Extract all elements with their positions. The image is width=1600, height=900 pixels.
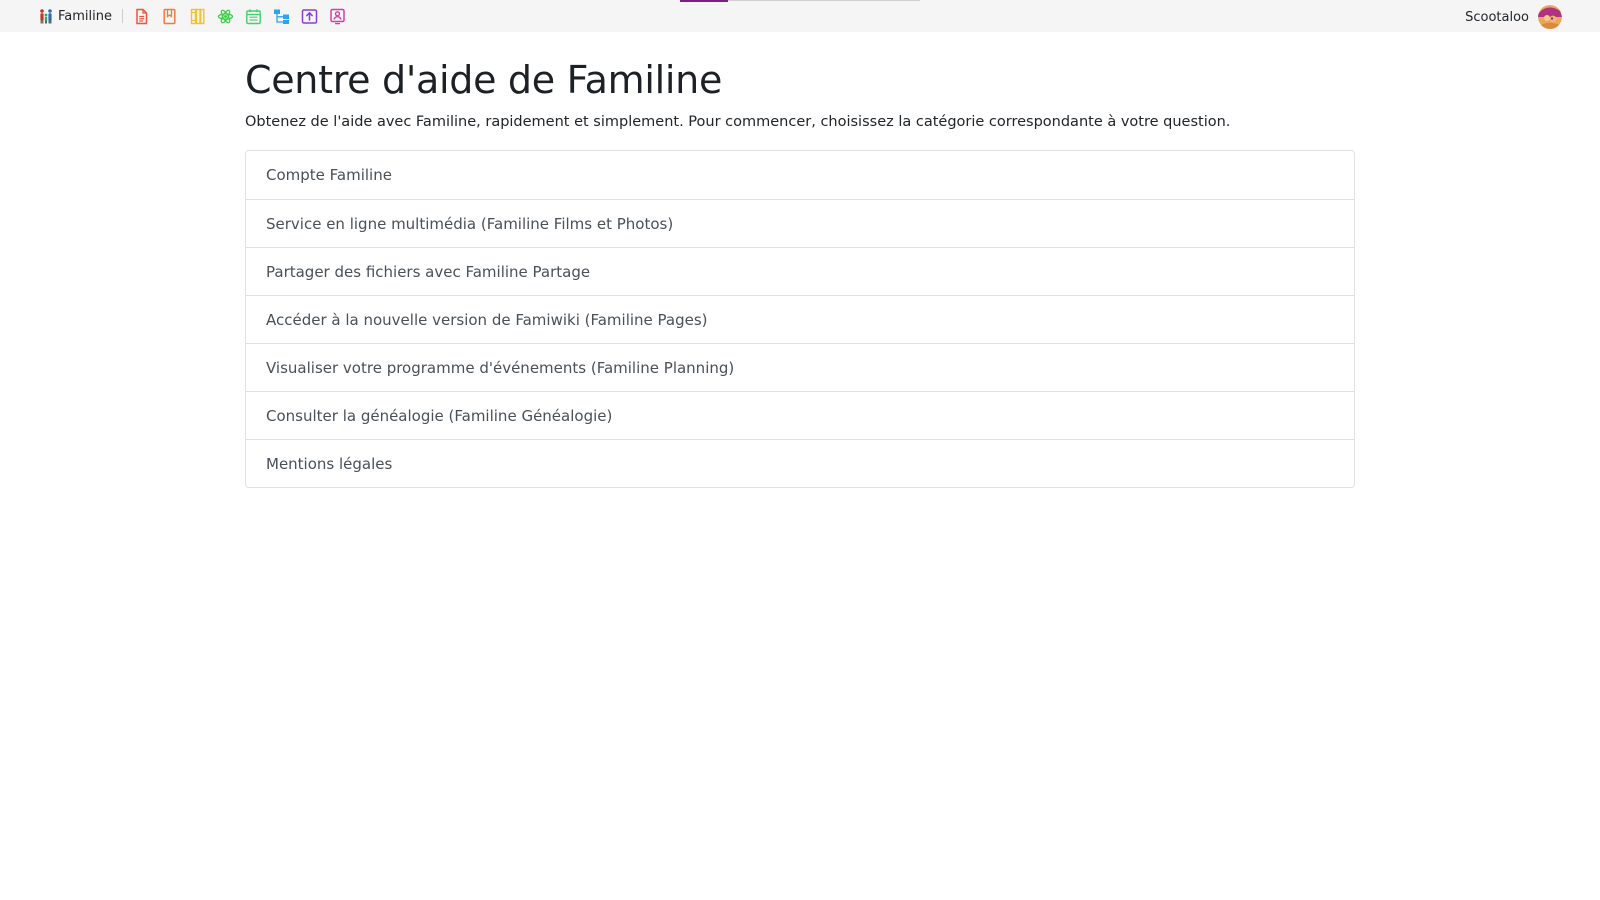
page-lead-text: Obtenez de l'aide avec Familine, rapidem… [245,113,1231,130]
app-launcher-icons [133,8,346,25]
help-category-list: Compte Familine Service en ligne multimé… [245,149,1355,488]
category-item-partage[interactable]: Partager des fichiers avec Familine Part… [246,246,1354,295]
topbar-divider [122,9,123,23]
loading-progress-fill [680,0,728,2]
avatar [1538,5,1562,29]
brand-home-link[interactable]: Familine [38,7,112,25]
page-title: Centre d'aide de Familine [245,58,723,102]
profile-app-icon[interactable] [329,8,346,25]
documents-app-icon[interactable] [133,8,150,25]
category-item-compte[interactable]: Compte Familine [246,151,1354,199]
brand-label: Familine [58,8,112,24]
atom-app-icon[interactable] [217,8,234,25]
upload-app-icon[interactable] [301,8,318,25]
category-item-films-photos[interactable]: Service en ligne multimédia (Familine Fi… [246,198,1354,247]
category-item-mentions-legales[interactable]: Mentions légales [246,438,1354,487]
user-name: Scootaloo [1465,9,1529,25]
top-navigation-bar: Familine Scootaloo [0,0,1600,32]
calendar-app-icon[interactable] [245,8,262,25]
user-menu[interactable]: Scootaloo [1465,5,1562,29]
library-app-icon[interactable] [189,8,206,25]
bookmark-app-icon[interactable] [161,8,178,25]
family-logo-icon [38,8,54,24]
category-item-genealogie[interactable]: Consulter la généalogie (Familine Généal… [246,390,1354,439]
tree-app-icon[interactable] [273,8,290,25]
category-item-planning[interactable]: Visualiser votre programme d'événements … [246,342,1354,391]
category-item-pages[interactable]: Accéder à la nouvelle version de Famiwik… [246,294,1354,343]
help-center-content: Centre d'aide de Familine Obtenez de l'a… [245,58,1355,488]
